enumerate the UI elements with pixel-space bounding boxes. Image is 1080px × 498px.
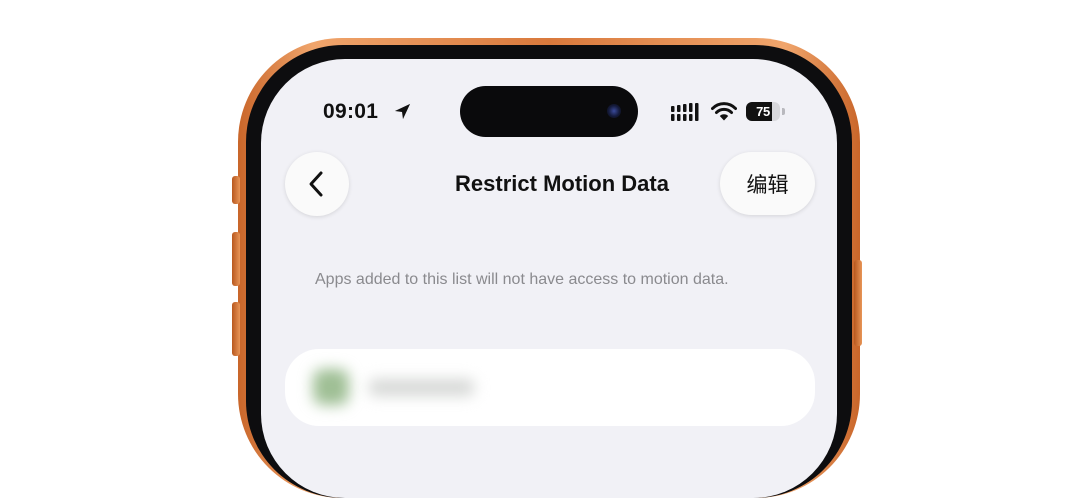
app-list-card: [285, 349, 815, 426]
action-button[interactable]: [232, 176, 240, 204]
back-button[interactable]: [285, 152, 349, 216]
description-text: Apps added to this list will not have ac…: [315, 271, 729, 288]
wifi-icon: [711, 102, 737, 121]
power-button[interactable]: [854, 260, 862, 346]
phone-screen: 09:01 75 Restrict Motion Data 编辑 Apps ad…: [261, 59, 837, 498]
status-time: 09:01: [323, 100, 379, 123]
front-camera: [607, 104, 621, 118]
dynamic-island: [460, 86, 638, 137]
chevron-left-icon: [309, 171, 323, 197]
phone-frame: 09:01 75 Restrict Motion Data 编辑 Apps ad…: [238, 38, 860, 498]
phone-bezel: 09:01 75 Restrict Motion Data 编辑 Apps ad…: [246, 45, 852, 498]
list-item[interactable]: [285, 349, 815, 426]
volume-down-button[interactable]: [232, 302, 240, 356]
page-title: Restrict Motion Data: [455, 171, 669, 196]
edit-button[interactable]: 编辑: [720, 152, 815, 215]
app-icon: [313, 369, 349, 405]
cellular-signal-icon: [671, 103, 699, 121]
volume-up-button[interactable]: [232, 232, 240, 286]
battery-icon: 75: [746, 102, 786, 121]
app-name-redacted: [369, 379, 474, 396]
battery-level: 75: [756, 104, 770, 119]
location-arrow-icon: [394, 103, 411, 120]
